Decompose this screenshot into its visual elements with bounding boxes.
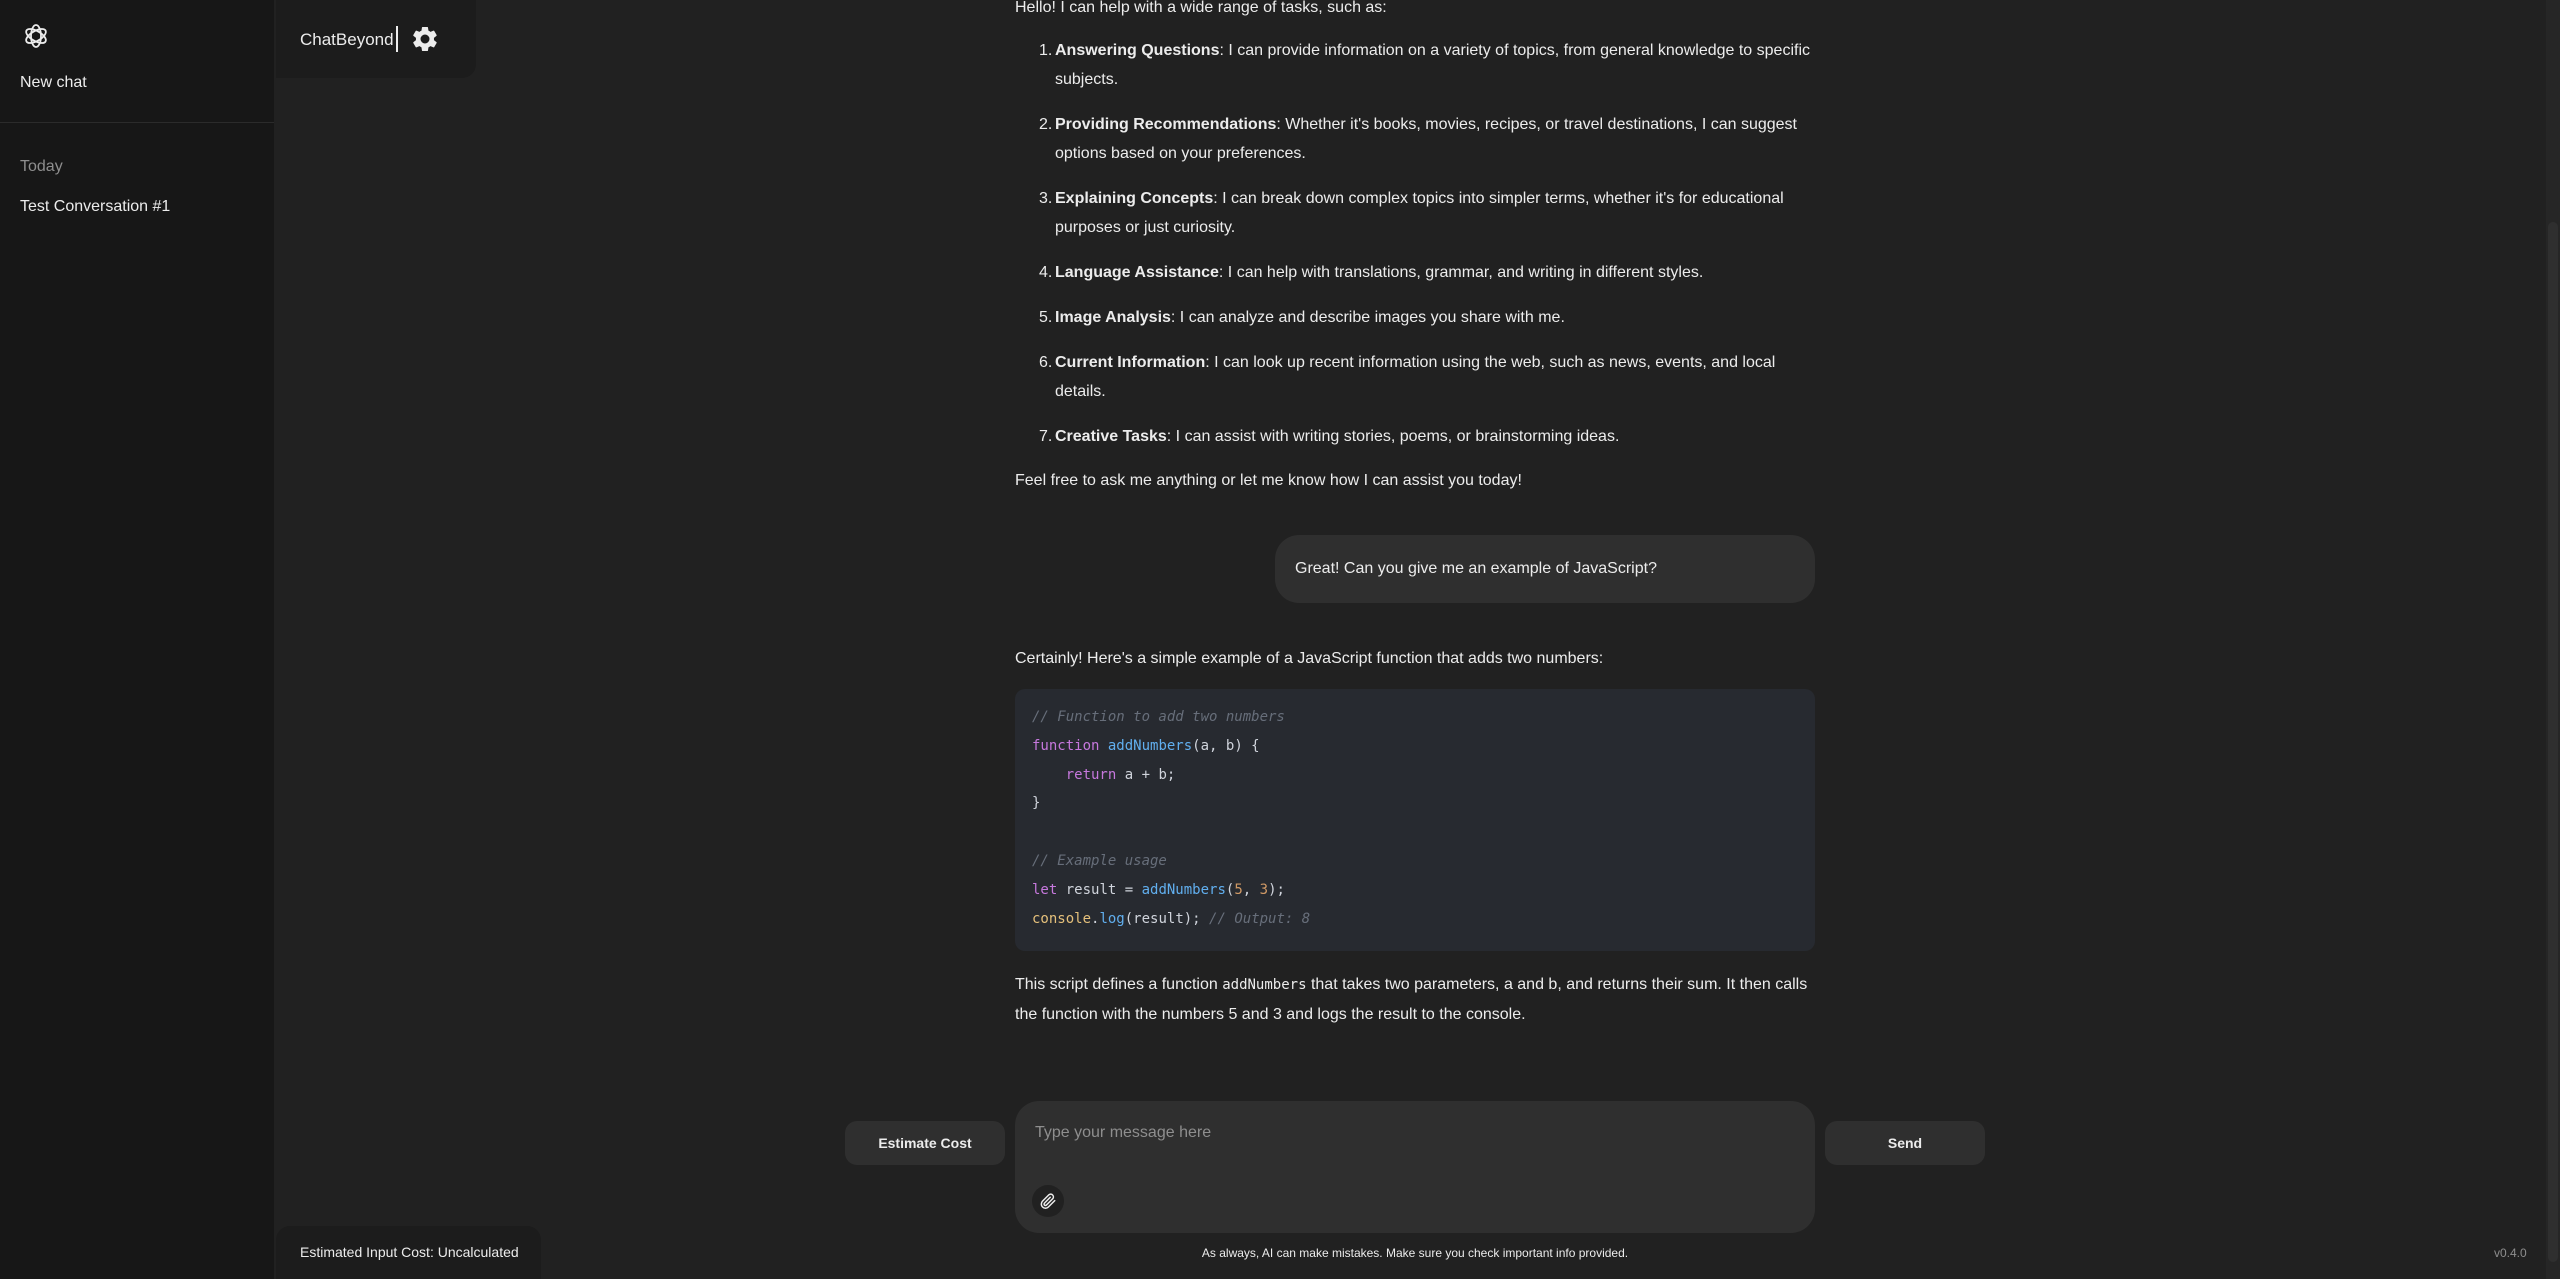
new-chat-button[interactable]: New chat: [20, 74, 87, 92]
message-composer: [1015, 1101, 1815, 1233]
code-keyword: function: [1032, 737, 1100, 754]
conversation-item[interactable]: Test Conversation #1: [20, 198, 170, 216]
list-number: 2.: [1039, 116, 1053, 133]
sidebar-divider: [0, 122, 274, 123]
explanation-text: This script defines a function: [1015, 976, 1223, 993]
assistant-explanation: This script defines a function addNumber…: [1015, 970, 1815, 1029]
list-number: 3.: [1039, 190, 1053, 207]
list-item: 5. Image Analysis: I can analyze and desc…: [1015, 303, 1815, 332]
list-item-text: : I can analyze and describe images you …: [1170, 309, 1565, 326]
list-item: 6. Current Information: I can look up rec…: [1015, 348, 1815, 406]
code-log-args: (result);: [1124, 910, 1210, 927]
assistant-intro: Hello! I can help with a wide range of t…: [1015, 0, 1387, 16]
openai-knot-icon[interactable]: [22, 22, 50, 50]
code-comma: ,: [1242, 881, 1260, 898]
app-name: ChatBeyond: [300, 30, 394, 49]
code-keyword: let: [1032, 881, 1058, 898]
code-params: (a, b) {: [1192, 737, 1260, 754]
message-input[interactable]: [1035, 1117, 1795, 1149]
list-item: 3. Explaining Concepts: I can break down …: [1015, 184, 1815, 242]
estimated-cost-text: Estimated Input Cost: Uncalculated: [300, 1244, 519, 1260]
section-label-today: Today: [20, 158, 63, 175]
version-label: v0.4.0: [2494, 1246, 2527, 1260]
capabilities-list: 1. Answering Questions: I can provide inf…: [1015, 36, 1815, 467]
inline-code: addNumbers: [1222, 977, 1307, 993]
list-item-title: Creative Tasks: [1055, 428, 1167, 445]
scrollbar-thumb[interactable]: [2548, 222, 2558, 1262]
list-item-text: : I can help with translations, grammar,…: [1218, 264, 1704, 281]
list-item-title: Explaining Concepts: [1055, 190, 1214, 207]
list-item-title: Image Analysis: [1055, 309, 1171, 326]
disclaimer-text: As always, AI can make mistakes. Make su…: [1201, 1246, 1629, 1260]
sidebar: New chat Today Test Conversation #1: [0, 0, 274, 1279]
code-comment: // Example usage: [1032, 852, 1167, 869]
app-header: ChatBeyond: [276, 0, 476, 78]
list-item-title: Language Assistance: [1055, 264, 1219, 281]
code-number: 3: [1259, 881, 1269, 898]
list-item-title: Providing Recommendations: [1055, 116, 1277, 133]
code-close-brace: }: [1032, 795, 1041, 812]
send-button[interactable]: Send: [1825, 1121, 1985, 1165]
list-number: 4.: [1039, 264, 1053, 281]
code-keyword: return: [1065, 766, 1117, 783]
code-call-function: addNumbers: [1141, 881, 1226, 898]
code-function-name: addNumbers: [1107, 737, 1193, 754]
list-item: 2. Providing Recommendations: Whether it'…: [1015, 110, 1815, 168]
code-let-rest: result =: [1057, 881, 1142, 898]
list-number: 6.: [1039, 354, 1053, 371]
code-method: log: [1099, 910, 1125, 927]
code-object: console: [1032, 910, 1092, 927]
code-comment: // Function to add two numbers: [1032, 709, 1285, 725]
code-number: 5: [1234, 881, 1243, 898]
assistant-intro-2: Certainly! Here's a simple example of a …: [1015, 650, 1604, 667]
gear-icon[interactable]: [410, 24, 440, 54]
code-block[interactable]: // Function to add two numbers function …: [1015, 689, 1815, 951]
list-number: 7.: [1039, 428, 1053, 445]
paperclip-icon[interactable]: [1032, 1185, 1064, 1217]
list-item: 4. Language Assistance: I can help with t…: [1015, 258, 1815, 287]
user-message-bubble: Great! Can you give me an example of Jav…: [1275, 535, 1815, 603]
code-comment: // Output: 8: [1209, 910, 1311, 927]
list-item-text: : I can assist with writing stories, poe…: [1166, 428, 1620, 445]
list-item: 7. Creative Tasks: I can assist with writ…: [1015, 422, 1815, 451]
list-item: 1. Answering Questions: I can provide inf…: [1015, 36, 1815, 94]
list-item-title: Current Information: [1055, 354, 1206, 371]
estimate-cost-button[interactable]: Estimate Cost: [845, 1121, 1005, 1165]
scrollbar[interactable]: [2546, 0, 2560, 1279]
cost-panel: Estimated Input Cost: Uncalculated: [276, 1226, 541, 1279]
header-separator: [396, 26, 398, 52]
code-call-close: );: [1268, 881, 1285, 898]
assistant-outro: Feel free to ask me anything or let me k…: [1015, 472, 1522, 489]
list-item-title: Answering Questions: [1055, 42, 1220, 59]
list-number: 5.: [1039, 309, 1053, 326]
list-number: 1.: [1039, 42, 1053, 59]
code-return-expr: a + b;: [1116, 766, 1176, 783]
